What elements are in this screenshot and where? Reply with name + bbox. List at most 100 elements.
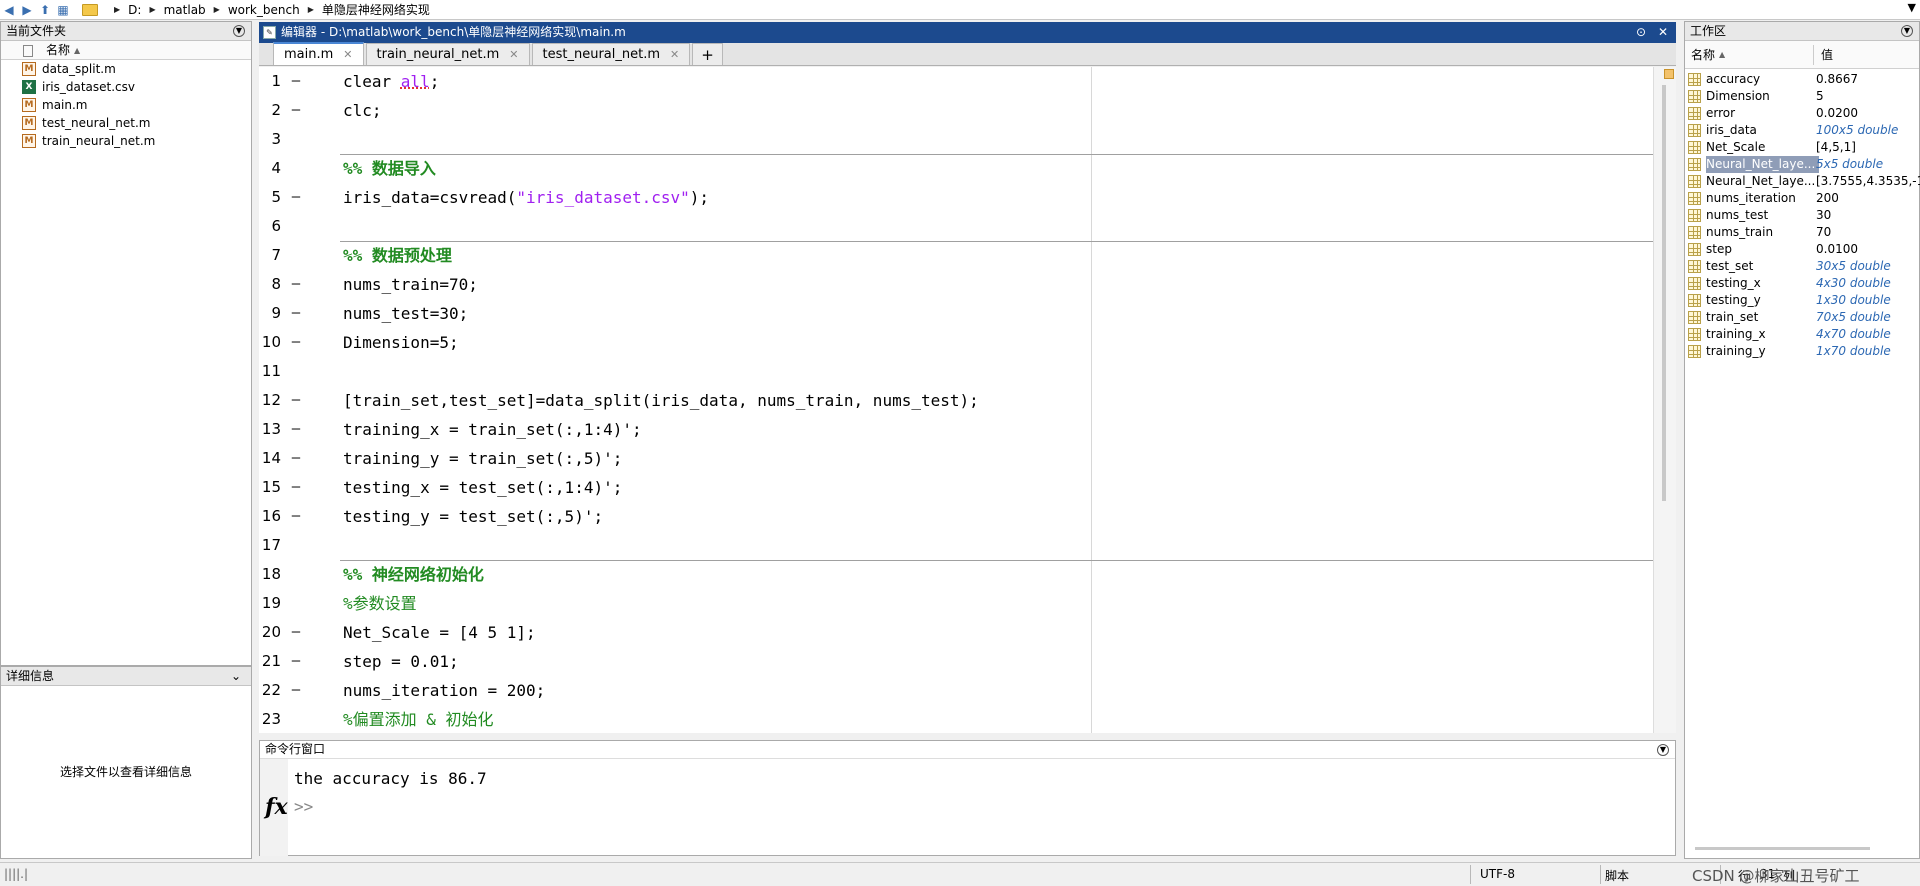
code-line[interactable]: 18 %% 神经网络初始化	[259, 560, 1653, 589]
code-line[interactable]: 17	[259, 531, 1653, 560]
breakpoint-marker[interactable]: —	[289, 96, 303, 125]
chevron-down-icon[interactable]: ▼	[1908, 1, 1916, 14]
file-item[interactable]: Mtest_neural_net.m	[1, 114, 251, 132]
code-line[interactable]: 10 — Dimension=5;	[259, 328, 1653, 357]
resize-grip-icon[interactable]: ||||.|	[4, 867, 28, 881]
tab-main[interactable]: main.m ✕	[273, 42, 364, 65]
code-line[interactable]: 8 — nums_train=70;	[259, 270, 1653, 299]
code-line[interactable]: 1 — clear all;	[259, 67, 1653, 96]
close-icon[interactable]: ✕	[1658, 25, 1668, 39]
breakpoint-marker	[289, 531, 303, 560]
code-line[interactable]: 7 %% 数据预处理	[259, 241, 1653, 270]
workspace-variable-row[interactable]: error 0.0200	[1685, 105, 1919, 122]
breadcrumb-item[interactable]: 单隐层神经网络实现	[322, 1, 430, 18]
code-line[interactable]: 22 — nums_iteration = 200;	[259, 676, 1653, 705]
code-line[interactable]: 11	[259, 357, 1653, 386]
tab-train-neural-net[interactable]: train_neural_net.m ✕	[365, 43, 530, 66]
workspace-variable-row[interactable]: training_y 1x70 double	[1685, 343, 1919, 360]
code-line[interactable]: 6	[259, 212, 1653, 241]
code-line[interactable]: 5 — iris_data=csvread("iris_dataset.csv");	[259, 183, 1653, 212]
fx-icon[interactable]: fx	[265, 794, 288, 820]
breakpoint-marker[interactable]: —	[289, 270, 303, 299]
breadcrumb-item[interactable]: D:	[128, 3, 141, 17]
panel-header[interactable]: 详细信息 ⌄	[1, 667, 251, 686]
code-text: %% 数据预处理	[343, 246, 452, 265]
panel-menu-icon[interactable]: ▼	[233, 25, 245, 37]
workspace-variable-row[interactable]: test_set 30x5 double	[1685, 258, 1919, 275]
file-item[interactable]: Xiris_dataset.csv	[1, 78, 251, 96]
workspace-variable-row[interactable]: step 0.0100	[1685, 241, 1919, 258]
code-line[interactable]: 15 — testing_x = test_set(:,1:4)';	[259, 473, 1653, 502]
workspace-variable-row[interactable]: Net_Scale [4,5,1]	[1685, 139, 1919, 156]
breakpoint-marker[interactable]: —	[289, 299, 303, 328]
back-icon[interactable]: ◀	[0, 1, 18, 19]
forward-icon[interactable]: ▶	[18, 1, 36, 19]
workspace-variable-row[interactable]: Neural_Net_laye... 5x5 double	[1685, 156, 1919, 173]
workspace-variable-row[interactable]: training_x 4x70 double	[1685, 326, 1919, 343]
breakpoint-marker[interactable]: —	[289, 618, 303, 647]
workspace-variable-row[interactable]: train_set 70x5 double	[1685, 309, 1919, 326]
line-number: 13	[261, 420, 281, 438]
code-line[interactable]: 9 — nums_test=30;	[259, 299, 1653, 328]
chevron-down-icon[interactable]: ⌄	[231, 667, 241, 685]
panel-menu-icon[interactable]: ▼	[1901, 25, 1913, 37]
workspace-variable-row[interactable]: Dimension 5	[1685, 88, 1919, 105]
column-name[interactable]: 名称	[1691, 41, 1715, 69]
scrollbar-thumb[interactable]	[1662, 85, 1666, 501]
code-line[interactable]: 2 — clc;	[259, 96, 1653, 125]
workspace-variable-row[interactable]: nums_iteration 200	[1685, 190, 1919, 207]
file-item[interactable]: Mtrain_neural_net.m	[1, 132, 251, 150]
breakpoint-marker[interactable]: —	[289, 647, 303, 676]
breakpoint-marker[interactable]: —	[289, 386, 303, 415]
workspace-variable-row[interactable]: Neural_Net_laye... [3.7555,4.3535,-1	[1685, 173, 1920, 190]
close-tab-icon[interactable]: ✕	[670, 44, 679, 66]
breakpoint-marker[interactable]: —	[289, 676, 303, 705]
up-folder-icon[interactable]: ⬆	[36, 1, 54, 19]
workspace-variable-row[interactable]: testing_x 4x30 double	[1685, 275, 1919, 292]
panel-menu-icon[interactable]: ⊙	[1636, 25, 1646, 39]
browse-folder-icon[interactable]: ▦	[54, 1, 72, 19]
workspace-variable-row[interactable]: accuracy 0.8667	[1685, 71, 1919, 88]
workspace-variable-row[interactable]: iris_data 100x5 double	[1685, 122, 1919, 139]
workspace-variable-row[interactable]: nums_train 70	[1685, 224, 1919, 241]
breakpoint-marker[interactable]: —	[289, 473, 303, 502]
breakpoint-marker[interactable]: —	[289, 502, 303, 531]
command-window[interactable]: 命令行窗口 ▼ the accuracy is 86.7 fx >>	[259, 740, 1676, 856]
code-line[interactable]: 12 — [train_set,test_set]=data_split(iris_…	[259, 386, 1653, 415]
tab-test-neural-net[interactable]: test_neural_net.m ✕	[531, 43, 691, 66]
breadcrumb-item[interactable]: work_bench	[228, 3, 300, 17]
code-line[interactable]: 19 %参数设置	[259, 589, 1653, 618]
horizontal-scrollbar[interactable]	[1695, 847, 1870, 850]
code-line[interactable]: 20 — Net_Scale = [4 5 1];	[259, 618, 1653, 647]
code-text: %参数设置	[343, 594, 417, 613]
column-value[interactable]: 值	[1821, 41, 1833, 69]
code-line[interactable]: 3	[259, 125, 1653, 154]
close-tab-icon[interactable]: ✕	[343, 44, 352, 66]
code-editor[interactable]: 1 — clear all; 2 — clc; 3 4 %% 数据导入 5 — iris_da…	[259, 67, 1653, 733]
code-line[interactable]: 21 — step = 0.01;	[259, 647, 1653, 676]
column-header-name[interactable]: 名称 ▲	[1, 41, 251, 60]
code-line[interactable]: 14 — training_y = train_set(:,5)';	[259, 444, 1653, 473]
breakpoint-marker[interactable]: —	[289, 415, 303, 444]
warning-marker-icon[interactable]	[1664, 69, 1674, 79]
code-line[interactable]: 13 — training_x = train_set(:,1:4)';	[259, 415, 1653, 444]
variable-name: step	[1706, 242, 1732, 256]
editor-scrollbar[interactable]	[1653, 67, 1676, 733]
file-item[interactable]: Mmain.m	[1, 96, 251, 114]
file-item[interactable]: Mdata_split.m	[1, 60, 251, 78]
command-prompt[interactable]: >>	[294, 797, 313, 816]
code-line[interactable]: 4 %% 数据导入	[259, 154, 1653, 183]
new-tab-button[interactable]: +	[692, 43, 723, 65]
breakpoint-marker[interactable]: —	[289, 183, 303, 212]
breakpoint-marker[interactable]: —	[289, 67, 303, 96]
breadcrumb-item[interactable]: matlab	[164, 3, 206, 17]
breakpoint-marker[interactable]: —	[289, 328, 303, 357]
variable-grid-icon	[1688, 311, 1701, 324]
code-line[interactable]: 23 %偏置添加 & 初始化	[259, 705, 1653, 733]
close-tab-icon[interactable]: ✕	[509, 44, 518, 66]
code-line[interactable]: 16 — testing_y = test_set(:,5)';	[259, 502, 1653, 531]
breakpoint-marker[interactable]: —	[289, 444, 303, 473]
workspace-variable-row[interactable]: nums_test 30	[1685, 207, 1919, 224]
workspace-variable-row[interactable]: testing_y 1x30 double	[1685, 292, 1919, 309]
panel-menu-icon[interactable]: ▼	[1657, 744, 1669, 756]
